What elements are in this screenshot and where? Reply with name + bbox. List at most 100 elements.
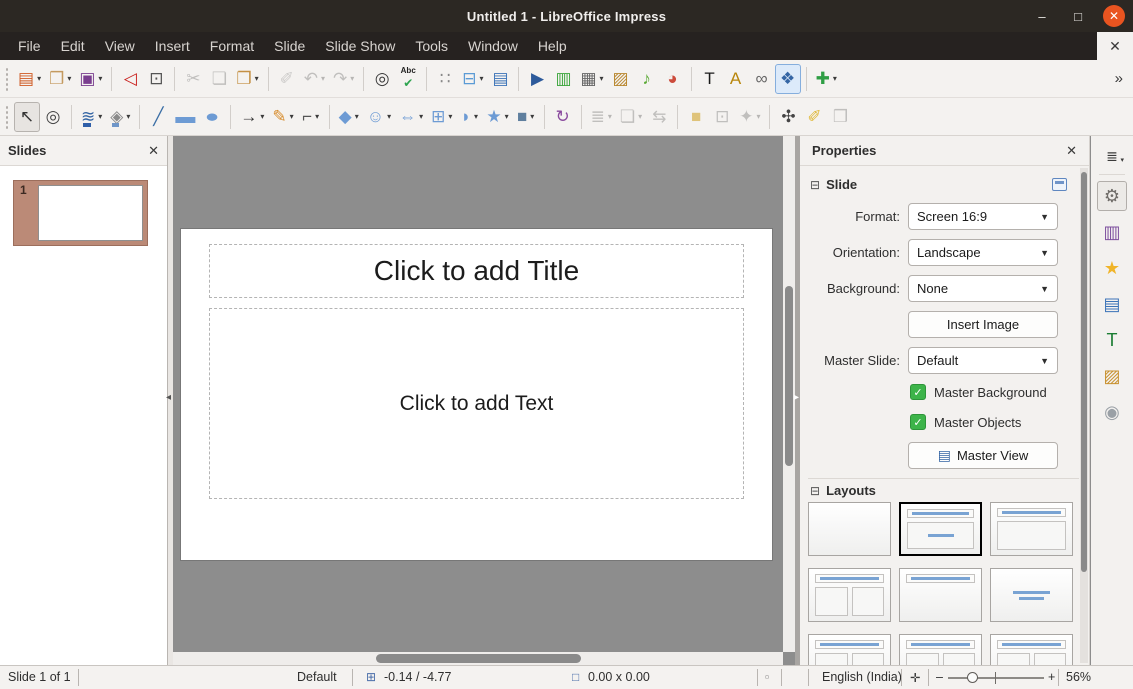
collapse-right-panel-icon[interactable]: ▸ [794,392,799,403]
dropdown-arrow-icon[interactable]: ▾ [126,112,130,121]
menu-insert[interactable]: Insert [145,34,200,58]
paste-icon[interactable]: ❐▾ [232,64,262,94]
sidebar-settings-icon[interactable]: ≣▾ [1097,146,1127,166]
tab-slide-transition-icon[interactable]: ▥ [1097,217,1127,247]
edit-points-icon[interactable]: ✣ [775,102,801,132]
collapse-section-icon[interactable]: ⊟ [810,484,820,498]
menu-slide-show[interactable]: Slide Show [315,34,405,58]
dropdown-arrow-icon[interactable]: ▾ [290,112,294,121]
menu-file[interactable]: File [8,34,51,58]
dropdown-arrow-icon[interactable]: ▾ [833,74,837,83]
horizontal-scrollbar-thumb[interactable] [376,654,581,663]
format-dropdown[interactable]: Screen 16:9 ▼ [908,203,1058,230]
insert-fontwork-icon[interactable]: A [723,64,749,94]
save-icon[interactable]: ▣▾ [75,64,106,94]
layout-title-content[interactable] [990,502,1073,556]
spelling-icon[interactable]: Abc✔ [395,64,421,94]
presentation-minimizer-icon[interactable]: ▥ [550,64,576,94]
fill-color-icon[interactable]: ◈▾ [106,102,134,132]
glue-points-icon[interactable]: ✐ [801,102,827,132]
star-shapes-icon[interactable]: ★▾ [482,102,512,132]
display-grid-icon[interactable]: ∷ [432,64,458,94]
rotate-icon[interactable]: ↻ [550,102,576,132]
insert-image-icon[interactable]: ▨ [608,64,634,94]
zoom-slider-thumb[interactable] [967,672,978,683]
dropdown-arrow-icon[interactable]: ▾ [419,112,423,121]
dropdown-arrow-icon[interactable]: ▾ [98,74,102,83]
checkbox-checked-icon[interactable]: ✓ [910,414,926,430]
slide-thumbnail[interactable]: 1 [13,180,148,246]
dropdown-arrow-icon[interactable]: ▾ [37,74,41,83]
dropdown-arrow-icon[interactable]: ▾ [756,112,760,121]
master-objects-checkbox[interactable]: ✓ Master Objects [910,414,1021,430]
dropdown-arrow-icon[interactable]: ▾ [474,112,478,121]
dropdown-arrow-icon[interactable]: ▾ [608,112,612,121]
rectangle-icon[interactable]: ▬ [171,102,199,132]
find-replace-icon[interactable]: ◎ [369,64,395,94]
insert-audio-video-icon[interactable]: ♪ [634,64,660,94]
panel-scrollbar[interactable] [1080,168,1088,663]
menu-window[interactable]: Window [458,34,528,58]
title-placeholder[interactable]: Click to add Title [209,244,744,298]
dropdown-arrow-icon[interactable]: ▾ [67,74,71,83]
tab-navigator-icon[interactable]: ◉ [1097,397,1127,427]
insert-text-box-icon[interactable]: T [697,64,723,94]
menu-view[interactable]: View [95,34,145,58]
collapse-left-panel-icon[interactable]: ◂ [166,392,171,403]
menu-edit[interactable]: Edit [51,34,95,58]
basic-shapes-icon[interactable]: ◆▾ [335,102,363,132]
tab-animation-icon[interactable]: ★ [1097,253,1127,283]
minimize-button[interactable]: – [1031,5,1053,27]
master-view-button[interactable]: ▤ Master View [908,442,1058,469]
dropdown-arrow-icon[interactable]: ▾ [530,112,534,121]
3d-objects-icon[interactable]: ■▾ [513,102,539,132]
insert-chart-icon[interactable]: ◕ [660,64,686,94]
dropdown-arrow-icon[interactable]: ▾ [350,74,354,83]
layouts-section-header[interactable]: ⊟ Layouts [810,483,876,498]
slide-section-header[interactable]: ⊟ Slide [810,177,857,192]
open-icon[interactable]: ❒▾ [45,64,75,94]
flowchart-shapes-icon[interactable]: ⊞▾ [427,102,456,132]
dropdown-arrow-icon[interactable]: ▾ [315,112,319,121]
dropdown-arrow-icon[interactable]: ▾ [321,74,325,83]
layout-title-only[interactable] [899,568,982,622]
new-presentation-icon[interactable]: ▤▾ [14,64,45,94]
dropdown-arrow-icon[interactable]: ▾ [260,112,264,121]
layout-centered-text[interactable] [990,568,1073,622]
zoom-level-status[interactable]: 56% [1066,670,1091,684]
display-views-icon[interactable]: ⊟▾ [458,64,487,94]
layout-title-two-content[interactable] [808,568,891,622]
insert-hyperlink-icon[interactable]: ∞ [749,64,775,94]
text-placeholder[interactable]: Click to add Text [209,308,744,499]
dropdown-arrow-icon[interactable]: ▾ [355,112,359,121]
export-pdf-icon[interactable]: ◁ [117,64,143,94]
start-from-first-slide-icon[interactable]: ▶ [524,64,550,94]
menu-help[interactable]: Help [528,34,577,58]
close-button[interactable]: ✕ [1103,5,1125,27]
menu-format[interactable]: Format [200,34,264,58]
select-icon[interactable]: ↖ [14,102,40,132]
vertical-scrollbar-thumb[interactable] [785,286,793,466]
more-options-icon[interactable] [1052,178,1067,191]
ellipse-icon[interactable]: ● [199,102,225,132]
dropdown-arrow-icon[interactable]: ▾ [448,112,452,121]
toolbar-grip[interactable] [4,104,10,130]
properties-close-icon[interactable]: ✕ [1066,143,1077,159]
shadow-icon[interactable]: ■ [683,102,709,132]
panel-scrollbar-thumb[interactable] [1081,172,1087,572]
insert-image-button[interactable]: Insert Image [908,311,1058,338]
callout-shapes-icon[interactable]: ◗▾ [456,102,482,132]
symbol-shapes-icon[interactable]: ☺▾ [363,102,395,132]
tab-master-slides-icon[interactable]: ▤ [1097,289,1127,319]
dropdown-arrow-icon[interactable]: ▾ [600,74,604,83]
dropdown-arrow-icon[interactable]: ▾ [98,112,102,121]
layout-blank[interactable] [808,502,891,556]
master-slide-dropdown[interactable]: Default ▼ [908,347,1058,374]
language-status[interactable]: English (India) [822,670,902,684]
dropdown-arrow-icon[interactable]: ▾ [255,74,259,83]
menu-tools[interactable]: Tools [405,34,458,58]
dropdown-arrow-icon[interactable]: ▾ [638,112,642,121]
insert-table-icon[interactable]: ▦▾ [576,64,607,94]
curves-and-polygons-icon[interactable]: ✎▾ [268,102,297,132]
dropdown-arrow-icon[interactable]: ▾ [505,112,509,121]
